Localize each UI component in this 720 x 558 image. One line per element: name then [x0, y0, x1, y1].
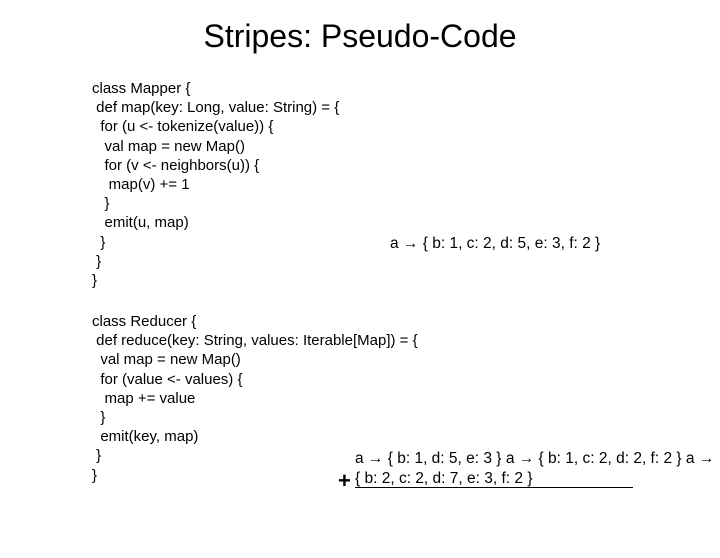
code-line: val map = new Map()	[92, 138, 245, 155]
code-line: val map = new Map()	[92, 351, 241, 368]
mapper-code-block: class Mapper { def map(key: Long, value:…	[92, 79, 680, 290]
emit-row: a → { b: 1, d: 5, e: 3 }	[355, 450, 502, 467]
plus-icon: +	[338, 468, 351, 494]
code-line: def map(key: Long, value: String) = {	[92, 99, 339, 116]
slide-title: Stripes: Pseudo-Code	[0, 18, 720, 55]
code-line: }	[92, 467, 97, 484]
code-line: map += value	[92, 390, 195, 407]
code-line: emit(u, map)	[92, 214, 189, 231]
code-line: for (u <- tokenize(value)) {	[92, 118, 273, 135]
code-line: }	[92, 253, 101, 270]
code-line: map(v) += 1	[92, 176, 190, 193]
slide-content: class Mapper { def map(key: Long, value:…	[0, 79, 720, 485]
code-line: for (value <- values) {	[92, 371, 242, 388]
mapper-emit-output: a → { b: 1, c: 2, d: 5, e: 3, f: 2 }	[390, 235, 600, 253]
reducer-emit-output: a → { b: 1, d: 5, e: 3 } a → { b: 1, c: …	[355, 449, 720, 489]
emit-row: a → { b: 1, c: 2, d: 2, f: 2 }	[506, 450, 682, 467]
code-line: }	[92, 409, 105, 426]
code-line: for (v <- neighbors(u)) {	[92, 157, 259, 174]
code-line: }	[92, 272, 97, 289]
sum-divider-line	[355, 487, 633, 488]
code-line: def reduce(key: String, values: Iterable…	[92, 332, 418, 349]
code-line: }	[92, 234, 105, 251]
code-line: emit(key, map)	[92, 428, 198, 445]
code-line: class Mapper {	[92, 80, 190, 97]
code-line: class Reducer {	[92, 313, 196, 330]
code-line: }	[92, 195, 110, 212]
code-line: }	[92, 447, 101, 464]
